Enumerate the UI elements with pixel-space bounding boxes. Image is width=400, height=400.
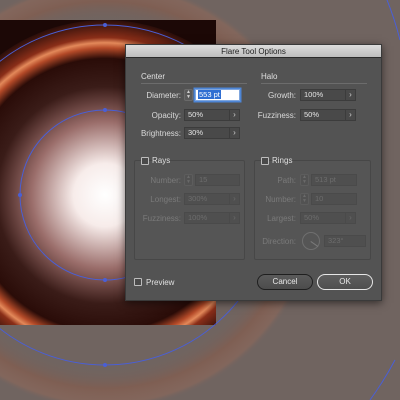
brightness-dropdown-caret[interactable]: › — [229, 128, 239, 138]
rays-longest-label: Longest: — [150, 195, 181, 204]
growth-label: Growth: — [267, 91, 296, 100]
halo-fuzziness-label: Fuzziness: — [257, 111, 296, 120]
diameter-input[interactable]: 553 pt — [195, 89, 240, 101]
anchor-point-mid-left[interactable] — [18, 193, 22, 197]
rays-section-title[interactable]: Rays — [152, 156, 170, 165]
rays-fuzziness-field[interactable]: 100% › — [184, 212, 240, 224]
halo-fuzziness-field[interactable]: 50% › — [300, 109, 356, 121]
opacity-label: Opacity: — [151, 111, 181, 120]
stepper-down-icon[interactable]: ▼ — [301, 199, 308, 204]
dialog-title[interactable]: Flare Tool Options — [126, 45, 381, 58]
preview-label[interactable]: Preview — [146, 278, 174, 287]
rays-number-input[interactable]: 15 — [195, 174, 240, 186]
cancel-button[interactable]: Cancel — [257, 274, 313, 290]
growth-field[interactable]: 100% › — [300, 89, 356, 101]
preview-checkbox[interactable] — [134, 278, 142, 286]
rays-number-label: Number: — [150, 176, 181, 185]
brightness-label: Brightness: — [140, 129, 181, 138]
halo-fuzziness-dropdown-caret[interactable]: › — [345, 110, 355, 120]
rings-direction-label: Direction: — [262, 237, 296, 246]
stepper-down-icon[interactable]: ▼ — [301, 180, 308, 185]
center-section-title: Center — [141, 72, 166, 81]
halo-divider — [261, 83, 367, 84]
rays-number-stepper[interactable]: ▲ ▼ — [184, 174, 193, 186]
rings-number-label: Number: — [265, 195, 296, 204]
anchor-point-top[interactable] — [103, 23, 107, 27]
rings-number-stepper[interactable]: ▲ ▼ — [300, 193, 309, 205]
halo-section-title: Halo — [261, 72, 278, 81]
rays-fuzziness-label: Fuzziness: — [142, 214, 181, 223]
center-divider — [141, 83, 247, 84]
anchor-point-mid-top[interactable] — [103, 108, 107, 112]
brightness-field[interactable]: 30% › — [184, 127, 240, 139]
rays-longest-field[interactable]: 300% › — [184, 193, 240, 205]
rings-largest-label: Largest: — [267, 214, 296, 223]
opacity-dropdown-caret[interactable]: › — [229, 110, 239, 120]
rays-checkbox[interactable] — [141, 157, 149, 165]
rings-path-label: Path: — [277, 176, 296, 185]
direction-dial[interactable] — [302, 232, 320, 250]
rings-largest-field[interactable]: 50% › — [300, 212, 356, 224]
growth-dropdown-caret[interactable]: › — [345, 90, 355, 100]
rings-number-input[interactable]: 10 — [311, 193, 357, 205]
stepper-down-icon[interactable]: ▼ — [185, 95, 192, 100]
anchor-point-bottom[interactable] — [103, 363, 107, 367]
stepper-down-icon[interactable]: ▼ — [185, 180, 192, 185]
diameter-label: Diameter: — [146, 91, 181, 100]
diameter-stepper[interactable]: ▲ ▼ — [184, 89, 193, 101]
rings-path-stepper[interactable]: ▲ ▼ — [300, 174, 309, 186]
rings-section-title[interactable]: Rings — [272, 156, 292, 165]
rings-checkbox[interactable] — [261, 157, 269, 165]
rings-largest-dropdown-caret[interactable]: › — [345, 213, 355, 223]
rings-path-input[interactable]: 513 pt — [311, 174, 357, 186]
anchor-point-mid-bottom[interactable] — [103, 278, 107, 282]
rays-longest-dropdown-caret[interactable]: › — [229, 194, 239, 204]
rings-direction-input[interactable]: 323° — [324, 235, 366, 247]
rays-fuzziness-dropdown-caret[interactable]: › — [229, 213, 239, 223]
flare-tool-options-dialog: Flare Tool Options Center Diameter: ▲ ▼ 5… — [125, 44, 382, 301]
ok-button[interactable]: OK — [317, 274, 373, 290]
opacity-field[interactable]: 50% › — [184, 109, 240, 121]
